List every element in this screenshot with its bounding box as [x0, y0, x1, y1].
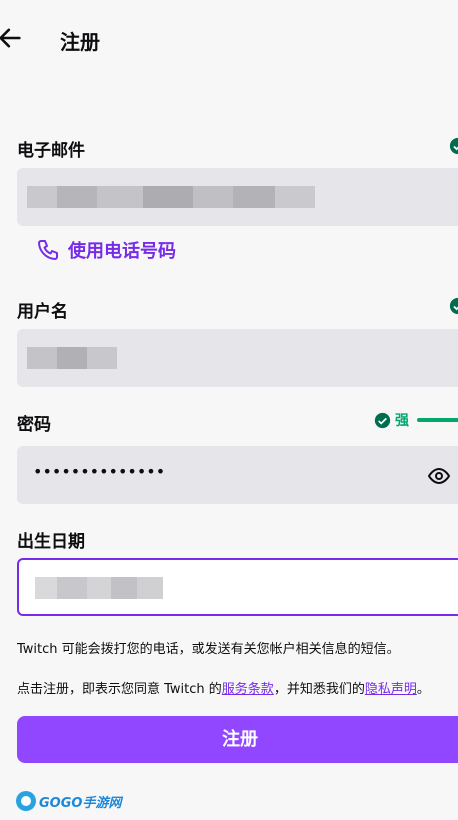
password-label: 密码: [17, 415, 51, 435]
terms-of-service-link[interactable]: 服务条款: [222, 682, 274, 697]
password-field[interactable]: ••••••••••••••: [17, 446, 458, 504]
strength-bar: [417, 418, 458, 422]
use-phone-link[interactable]: 使用电话号码: [36, 236, 176, 264]
terms-suffix: 。: [416, 682, 430, 697]
eye-icon[interactable]: [427, 464, 451, 488]
username-valid-check-icon: [449, 297, 458, 315]
email-valid-check-icon: [449, 137, 458, 155]
strength-label: 强: [395, 413, 409, 429]
terms-middle: ，并知悉我们的: [273, 682, 365, 697]
watermark-logo-icon: [16, 791, 36, 811]
birthday-field[interactable]: [17, 558, 458, 616]
terms-prefix: 点击注册，即表示您同意 Twitch 的: [17, 682, 222, 697]
arrow-left-icon[interactable]: [0, 24, 24, 52]
top-bar: 注册: [0, 18, 458, 62]
email-field[interactable]: [17, 168, 458, 226]
username-label: 用户名: [17, 302, 68, 322]
watermark-brand: GOGO手游网: [39, 795, 122, 811]
watermark-logo: GOGO手游网: [16, 790, 121, 812]
birthday-label: 出生日期: [17, 532, 85, 552]
phone-icon: [38, 240, 58, 260]
password-strength: 强: [374, 410, 458, 430]
email-value-redacted: [27, 186, 315, 208]
signup-button[interactable]: 注册: [17, 716, 458, 763]
password-value: ••••••••••••••: [33, 462, 166, 481]
sms-notice: Twitch 可能会拨打您的电话，或发送有关您帐户相关信息的短信。: [17, 642, 400, 657]
strength-check-icon: [374, 412, 391, 428]
page-title: 注册: [60, 30, 100, 54]
username-field[interactable]: [17, 329, 458, 387]
terms-notice: 点击注册，即表示您同意 Twitch 的服务条款，并知悉我们的隐私声明。: [17, 678, 430, 697]
birthday-value-redacted: [35, 577, 163, 599]
username-value-redacted: [27, 347, 117, 369]
privacy-notice-link[interactable]: 隐私声明: [365, 682, 417, 697]
email-label: 电子邮件: [17, 141, 85, 161]
use-phone-label: 使用电话号码: [68, 241, 176, 262]
